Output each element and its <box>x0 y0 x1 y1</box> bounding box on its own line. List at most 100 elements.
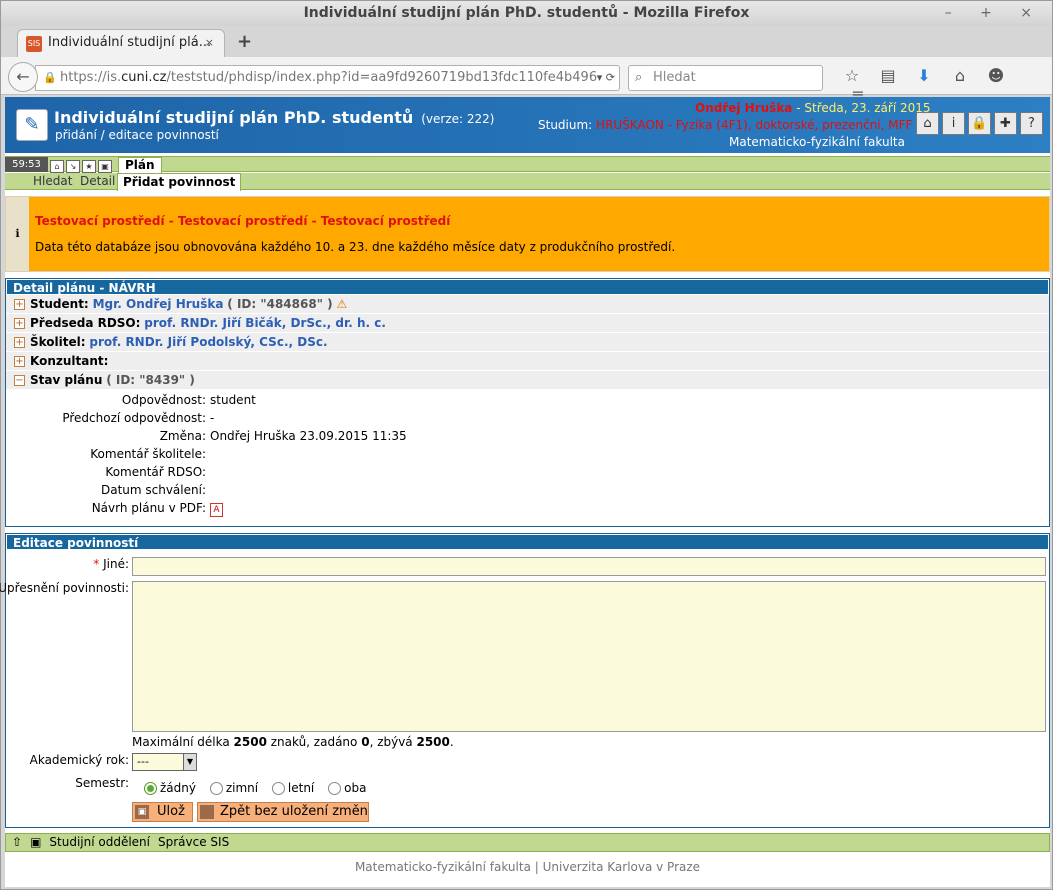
bookmark-star-icon[interactable]: ☆ <box>834 66 870 85</box>
browser-window: Individuální studijní plán PhD. studentů… <box>0 0 1053 890</box>
semester-option-both[interactable]: oba <box>328 781 366 795</box>
warning-box: ℹ Testovací prostředí - Testovací prostř… <box>5 196 1050 272</box>
tab-add-duty[interactable]: Přidat povinnost <box>117 173 242 191</box>
tab-detail[interactable]: Detail <box>80 174 115 189</box>
semester-option-label: žádný <box>160 781 196 795</box>
specification-textarea[interactable] <box>132 581 1046 732</box>
radio-icon[interactable] <box>144 782 157 795</box>
expand-plus-icon[interactable]: + <box>14 318 25 329</box>
arrow-icon[interactable]: ↘ <box>66 160 80 173</box>
save-button[interactable]: ▣ Ulož <box>132 802 193 822</box>
radio-icon[interactable] <box>328 782 342 795</box>
supervisor-name[interactable]: prof. RNDr. Jiří Podolský, CSc., DSc. <box>89 335 327 349</box>
state-row: − Stav plánu ( ID: "8439" ) <box>6 371 1049 390</box>
semester-radio-group: žádný zimní letní oba <box>144 781 376 795</box>
url-bar[interactable]: 🔒 https://is.cuni.cz/teststud/phdisp/inde… <box>35 65 620 91</box>
up-arrow-icon[interactable]: ⇧ <box>12 835 22 849</box>
url-path: /teststud/phdisp/index.php?id=aa9fd92607… <box>166 70 613 85</box>
save-icon: ▣ <box>135 805 149 819</box>
radio-icon[interactable] <box>271 782 285 795</box>
field-row: Změna: Ondřej Hruška 23.09.2015 11:35 <box>6 427 1049 445</box>
page-content: ✎ Individuální studijní plán PhD. studen… <box>0 97 1050 887</box>
back-button-icon[interactable]: ← <box>8 62 38 92</box>
expand-plus-icon[interactable]: + <box>14 337 25 348</box>
other-label-text: Jiné: <box>99 557 129 571</box>
field-label: Komentář RDSO: <box>105 465 206 479</box>
student-name[interactable]: Mgr. Ondřej Hruška <box>93 297 224 311</box>
version-label: (verze: 222) <box>421 112 495 126</box>
browser-tab[interactable]: SIS Individuální studijní plá... × <box>17 29 225 57</box>
user-name[interactable]: Ondřej Hruška <box>695 101 792 115</box>
expand-plus-icon[interactable]: + <box>14 356 25 367</box>
year-value: --- <box>137 755 149 768</box>
pdf-icon[interactable]: A <box>210 503 223 517</box>
collapse-minus-icon[interactable]: − <box>14 375 25 386</box>
supervisor-label: Školitel: <box>30 335 86 349</box>
star-icon[interactable]: ★ <box>82 160 96 173</box>
field-row: Předchozí odpovědnost: - <box>6 409 1049 427</box>
chair-name[interactable]: prof. RNDr. Jiří Bičák, DrSc., dr. h. c. <box>144 316 386 330</box>
study-value: HRUŠKAON - Fyzika (4F1), doktorské, prez… <box>596 118 913 132</box>
tab-close-icon[interactable]: × <box>205 30 214 56</box>
expand-plus-icon[interactable]: + <box>14 299 25 310</box>
length-text: Maximální délka <box>132 735 234 749</box>
pdf-link[interactable]: A <box>210 499 223 517</box>
app-header: ✎ Individuální studijní plán PhD. studen… <box>5 97 1050 153</box>
window-controls[interactable]: – + × <box>945 1 1044 26</box>
main-menu-bar: 59:53 ⌂ ↘ ★ ▣ Plán <box>5 156 1050 173</box>
remaining-count: 2500 <box>416 735 450 749</box>
consultant-row: + Konzultant: <box>6 352 1049 371</box>
print-icon[interactable]: ▣ <box>98 160 112 173</box>
semester-option-none[interactable]: žádný <box>144 781 196 795</box>
home-icon[interactable]: ⌂ <box>916 112 939 135</box>
home-small-icon[interactable]: ⌂ <box>50 160 64 173</box>
new-tab-icon[interactable]: + <box>237 31 252 52</box>
edit-panel-title: Editace povinností <box>6 534 1049 550</box>
info-icon[interactable]: i <box>942 112 965 135</box>
semester-option-summer[interactable]: letní <box>271 781 314 795</box>
supervisor-row: + Školitel: prof. RNDr. Jiří Podolský, CS… <box>6 333 1049 352</box>
entered-count: 0 <box>361 735 370 749</box>
page-subtitle: přidání / editace povinností <box>55 128 219 142</box>
field-label: Návrh plánu v PDF: <box>91 501 206 515</box>
edit-panel: Editace povinností * Jiné: Upřesnění pov… <box>0 533 1050 828</box>
semester-label: Semestr: <box>75 776 129 790</box>
year-label: Akademický rok: <box>29 753 129 767</box>
download-icon[interactable]: ⬇ <box>906 66 942 85</box>
field-value: Ondřej Hruška 23.09.2015 11:35 <box>210 429 407 443</box>
tab-plan[interactable]: Plán <box>118 157 162 173</box>
field-value: student <box>210 393 256 407</box>
emoji-icon[interactable]: ☻ <box>978 66 1014 85</box>
field-label: Předchozí odpovědnost: <box>62 411 206 425</box>
back-button[interactable]: Zpět bez uložení změn <box>197 802 369 822</box>
reading-list-icon[interactable]: ▤ <box>870 66 906 85</box>
field-value: - <box>210 411 215 425</box>
reload-icon[interactable]: ▾ ⟳ <box>596 66 615 90</box>
chair-label: Předseda RDSO: <box>30 316 141 330</box>
other-input[interactable] <box>132 557 1046 576</box>
length-text: , zbývá <box>369 735 417 749</box>
semester-option-label: oba <box>344 781 367 795</box>
year-select[interactable]: --- ▼ <box>132 753 197 771</box>
consultant-label: Konzultant: <box>30 354 109 368</box>
sis-admin-link[interactable]: Správce SIS <box>158 835 229 849</box>
language-flag-icon[interactable]: ✚ <box>994 112 1017 135</box>
home-icon[interactable]: ⌂ <box>942 66 978 85</box>
footer-bar: ⇧ ▣ Studijní oddělení Správce SIS <box>5 833 1050 852</box>
title-text: Individuální studijní plán PhD. studentů <box>54 108 414 127</box>
logout-lock-icon[interactable]: 🔒 <box>968 112 991 135</box>
app-logo-icon[interactable]: ✎ <box>16 109 48 141</box>
detail-panel: Detail plánu - NÁVRH + Student: Mgr. Ondř… <box>5 278 1050 527</box>
print-icon[interactable]: ▣ <box>30 835 41 849</box>
search-bar[interactable]: ⌕ Hledat <box>628 65 823 91</box>
study-office-link[interactable]: Studijní oddělení <box>49 835 150 849</box>
help-icon[interactable]: ? <box>1020 112 1043 135</box>
user-line: Ondřej Hruška - Středa, 23. září 2015 <box>695 101 931 115</box>
semester-option-winter[interactable]: zimní <box>209 781 258 795</box>
url-prefix: https://is. <box>60 70 122 85</box>
radio-icon[interactable] <box>209 782 223 795</box>
page-title: Individuální studijní plán PhD. studentů… <box>54 108 494 127</box>
sis-favicon-icon: SIS <box>26 36 42 52</box>
field-label: Odpovědnost: <box>121 393 206 407</box>
tab-search[interactable]: Hledat <box>33 174 72 189</box>
